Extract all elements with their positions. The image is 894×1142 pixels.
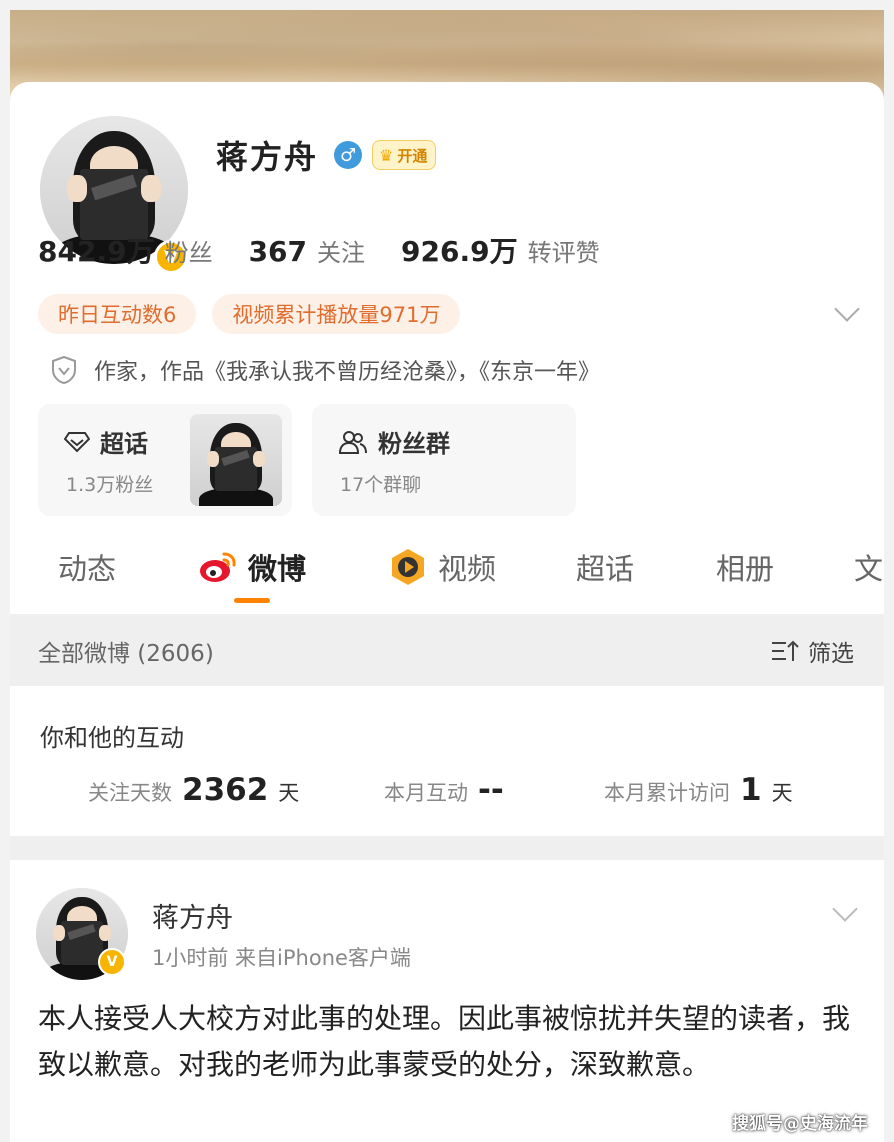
verified-badge-icon: V bbox=[98, 948, 126, 976]
bio-text: 作家，作品《我承认我不曾历经沧桑》，《东京一年》 bbox=[94, 360, 601, 385]
stat-fans[interactable]: 842.9万 粉丝 bbox=[38, 230, 213, 270]
post-meta: 1小时前 来自iPhone客户端 bbox=[152, 946, 411, 970]
interaction-label: 关注天数 bbox=[88, 781, 172, 805]
interaction-value: 2362 bbox=[182, 772, 269, 808]
interaction-label: 本月互动 bbox=[384, 781, 468, 805]
stat-label: 粉丝 bbox=[164, 239, 213, 267]
tab-label: 文 bbox=[854, 552, 884, 586]
tab-dynamics[interactable]: 动态 bbox=[58, 546, 116, 588]
interaction-follow-days: 关注天数 2362 天 bbox=[88, 772, 299, 808]
male-gender-icon: ♂ bbox=[334, 141, 363, 169]
filter-icon bbox=[772, 640, 799, 661]
post-author[interactable]: 蒋方舟 bbox=[152, 896, 233, 935]
active-tab-indicator bbox=[234, 598, 270, 603]
stat-label: 转评赞 bbox=[527, 239, 600, 267]
profile-tabs: 动态 微博 视频 超话 相册 文 bbox=[10, 538, 884, 614]
interaction-value: 1 bbox=[740, 772, 762, 808]
filter-button[interactable]: 筛选 bbox=[770, 634, 854, 668]
stat-label: 关注 bbox=[317, 239, 366, 267]
crown-icon: ♛ bbox=[379, 145, 394, 165]
post-content: 本人接受人大校方对此事的处理。因此事被惊扰并失望的读者，我致以歉意。对我的老师为… bbox=[38, 1002, 851, 1081]
all-posts-count[interactable]: 全部微博 (2606) bbox=[38, 634, 214, 668]
chevron-down-icon[interactable] bbox=[834, 296, 860, 322]
fan-group-count: 17个群聊 bbox=[340, 474, 422, 496]
tab-label: 视频 bbox=[438, 552, 497, 586]
interaction-unit: 天 bbox=[771, 781, 793, 805]
tab-weibo[interactable]: 微博 bbox=[198, 546, 306, 588]
weibo-logo-icon bbox=[200, 552, 236, 582]
stat-value: 926.9万 bbox=[401, 235, 518, 268]
super-topic-card[interactable]: 超话 1.3万粉丝 bbox=[38, 404, 292, 516]
tag-interactions[interactable]: 昨日互动数6 bbox=[38, 294, 197, 334]
fan-group-title: 粉丝群 bbox=[338, 424, 450, 459]
vip-label: 开通 bbox=[397, 146, 428, 165]
video-icon bbox=[392, 549, 424, 585]
tag-row: 昨日互动数6 视频累计播放量971万 bbox=[38, 294, 461, 334]
tab-album[interactable]: 相册 bbox=[716, 546, 774, 588]
tab-label: 动态 bbox=[58, 552, 117, 586]
filter-bar: 全部微博 (2606) 筛选 bbox=[10, 614, 884, 686]
vip-open-button[interactable]: ♛ 开通 bbox=[372, 140, 437, 170]
name-row: 蒋方舟 ♂ ♛ 开通 bbox=[216, 132, 437, 178]
watermark: 搜狐号@史海流年 bbox=[732, 1114, 868, 1134]
interaction-title: 你和他的互动 bbox=[40, 724, 184, 752]
section-divider bbox=[10, 836, 884, 860]
chevron-down-icon[interactable] bbox=[832, 896, 858, 922]
profile-name: 蒋方舟 bbox=[216, 138, 319, 176]
stat-value: 842.9万 bbox=[38, 235, 155, 268]
tab-video[interactable]: 视频 bbox=[388, 546, 496, 588]
post-card: V 蒋方舟 1小时前 来自iPhone客户端 本人接受人大校方对此事的处理。因此… bbox=[10, 860, 884, 1142]
stats-row: 842.9万 粉丝 367 关注 926.9万 转评赞 bbox=[38, 230, 636, 270]
tab-article[interactable]: 文 bbox=[854, 546, 883, 588]
interaction-panel: 你和他的互动 关注天数 2362 天 本月互动 -- 本月累计访问 1 天 bbox=[10, 686, 884, 836]
group-icon bbox=[338, 430, 367, 454]
fan-group-label: 粉丝群 bbox=[378, 430, 450, 458]
stat-likes[interactable]: 926.9万 转评赞 bbox=[401, 230, 600, 270]
diamond-icon bbox=[64, 431, 90, 452]
interaction-unit: 天 bbox=[278, 781, 300, 805]
super-topic-title: 超话 bbox=[64, 424, 148, 459]
super-topic-thumbnail bbox=[190, 414, 282, 506]
tag-video-plays[interactable]: 视频累计播放量971万 bbox=[212, 294, 461, 334]
tab-label: 微博 bbox=[248, 552, 307, 586]
shield-icon bbox=[52, 355, 76, 385]
profile-card: V 蒋方舟 ♂ ♛ 开通 842.9万 粉丝 367 关注 926.9万 转评赞 bbox=[10, 82, 884, 614]
super-topic-fans: 1.3万粉丝 bbox=[66, 474, 154, 496]
bio-row: 作家，作品《我承认我不曾历经沧桑》，《东京一年》 bbox=[50, 354, 600, 386]
interaction-monthly: 本月互动 -- bbox=[384, 772, 514, 808]
fan-group-card[interactable]: 粉丝群 17个群聊 bbox=[312, 404, 576, 516]
stat-value: 367 bbox=[248, 235, 308, 268]
interaction-value: -- bbox=[478, 772, 504, 808]
super-topic-label: 超话 bbox=[100, 430, 148, 458]
stat-following[interactable]: 367 关注 bbox=[249, 233, 365, 268]
tab-super-topic[interactable]: 超话 bbox=[576, 546, 634, 588]
filter-label: 筛选 bbox=[808, 641, 854, 667]
tab-label: 超话 bbox=[576, 552, 635, 586]
tab-label: 相册 bbox=[716, 552, 775, 586]
interaction-label: 本月累计访问 bbox=[604, 781, 730, 805]
profile-page: V 蒋方舟 ♂ ♛ 开通 842.9万 粉丝 367 关注 926.9万 转评赞 bbox=[10, 10, 884, 1142]
interaction-visits: 本月累计访问 1 天 bbox=[604, 772, 793, 808]
